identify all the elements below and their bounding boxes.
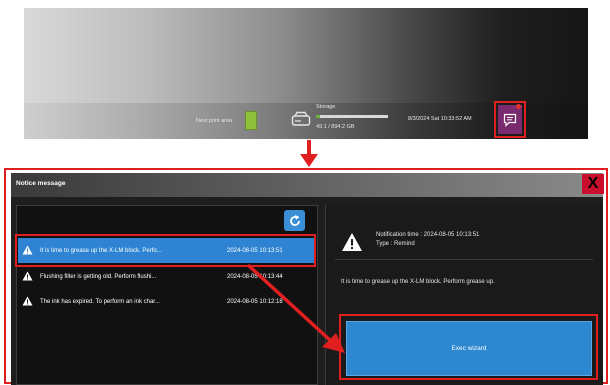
list-item-message: The ink has expired. To perform an ink c… <box>40 298 160 305</box>
list-item-message: It is time to grease up the X-LM block. … <box>40 247 162 254</box>
storage-usage-bar <box>316 115 388 118</box>
message-icon <box>503 113 517 127</box>
warning-icon <box>342 233 362 251</box>
notification-message: It is time to grease up the X-LM block. … <box>341 279 495 285</box>
storage-value: 49.1 / 894.2 GB <box>316 124 355 130</box>
list-item-time: 2024-08-05 10:13:44 <box>227 273 283 280</box>
datetime-display: 8/3/2024 Sat 10:33:52 AM <box>408 116 472 122</box>
next-print-area-label: Next print area <box>196 118 233 124</box>
close-button[interactable]: X <box>582 174 604 194</box>
next-print-area-indicator[interactable] <box>245 111 257 130</box>
list-item-time: 2024-08-05 10:12:18 <box>227 298 283 305</box>
storage-label: Storage <box>316 104 336 110</box>
warning-icon <box>22 296 33 306</box>
exec-wizard-button[interactable]: Exec wizard <box>346 321 592 376</box>
warning-icon <box>22 271 33 281</box>
list-item[interactable]: It is time to grease up the X-LM block. … <box>18 238 314 263</box>
notification-button[interactable] <box>498 105 522 134</box>
list-item-message: Flushing filter is getting old. Perform … <box>40 273 157 280</box>
notification-type: Type : Remind <box>376 241 415 247</box>
refresh-button[interactable] <box>284 210 305 231</box>
screenshot-stage: Next print area Storage 49.1 / 894.2 GB … <box>0 0 610 385</box>
storage-usage-fill <box>316 115 320 118</box>
detail-divider <box>335 259 593 260</box>
dialog-titlebar <box>11 173 603 197</box>
refresh-icon <box>289 214 300 226</box>
list-item[interactable]: Flushing filter is getting old. Perform … <box>18 264 314 289</box>
warning-icon <box>22 245 33 255</box>
list-item-time: 2024-08-05 10:13:51 <box>227 247 283 254</box>
down-arrow-icon <box>300 140 318 167</box>
notification-badge <box>516 104 521 109</box>
dialog-title: Notice message <box>16 180 66 187</box>
list-item[interactable]: The ink has expired. To perform an ink c… <box>18 289 314 314</box>
notification-time: Notification time : 2024-08-05 10:13:51 <box>376 232 480 238</box>
drive-icon <box>291 111 311 126</box>
